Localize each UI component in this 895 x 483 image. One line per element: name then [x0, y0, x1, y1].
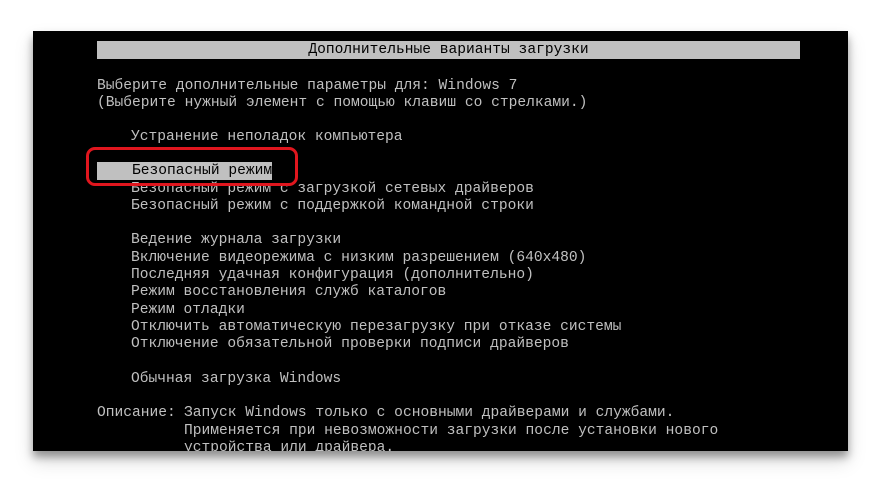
description-label: Описание: — [97, 405, 176, 421]
intro-line: (Выберите нужный элемент с помощью клави… — [97, 95, 588, 111]
option-last-known-good[interactable]: Последняя удачная конфигурация (дополнит… — [131, 266, 534, 284]
option-ds-restore[interactable]: Режим восстановления служб каталогов — [131, 283, 446, 301]
option-safe-mode-cmd[interactable]: Безопасный режим с поддержкой командной … — [131, 197, 534, 215]
description-line: Применяется при невозможности загрузки п… — [184, 423, 719, 439]
screen-title: Дополнительные варианты загрузки — [97, 41, 800, 59]
option-boot-logging[interactable]: Ведение журнала загрузки — [131, 231, 341, 249]
intro-line: Выберите дополнительные параметры для: W… — [97, 78, 518, 94]
option-disable-auto-restart[interactable]: Отключить автоматическую перезагрузку пр… — [131, 318, 621, 336]
boot-options-screen: Дополнительные варианты загрузки Выберит… — [33, 31, 848, 451]
highlight-annotation-box — [86, 147, 298, 186]
option-troubleshoot[interactable]: Устранение неполадок компьютера — [131, 128, 403, 146]
option-disable-driver-signature[interactable]: Отключение обязательной проверки подписи… — [131, 335, 569, 353]
description-line: устройства или драйвера. — [184, 440, 395, 451]
option-normal-boot[interactable]: Обычная загрузка Windows — [131, 370, 341, 388]
option-debugging[interactable]: Режим отладки — [131, 301, 245, 319]
option-low-res-video[interactable]: Включение видеорежима с низким разрешени… — [131, 249, 586, 267]
description-line: Запуск Windows только с основными драйве… — [184, 405, 675, 421]
